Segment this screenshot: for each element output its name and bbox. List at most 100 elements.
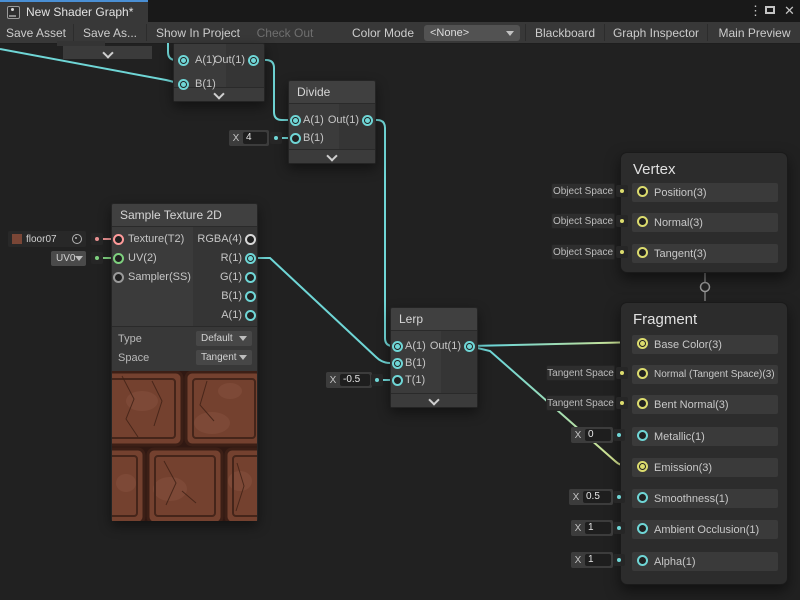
save-asset-button[interactable]: Save Asset	[0, 22, 72, 43]
close-icon[interactable]: ✕	[784, 2, 795, 20]
block-stem-connector[interactable]	[701, 283, 710, 292]
bentnormal-space-pill[interactable]: Tangent Space	[546, 395, 615, 411]
divide-b-field[interactable]: X 4	[229, 130, 269, 146]
main-preview-button[interactable]: Main Preview	[709, 22, 800, 43]
maximize-icon[interactable]	[765, 6, 775, 14]
bentnormal-connector-dot[interactable]	[616, 397, 628, 409]
fragment-metallic-row[interactable]: Metallic(1)	[632, 427, 778, 446]
graph-inspector-button[interactable]: Graph Inspector	[606, 22, 706, 43]
ao-connector-dot[interactable]	[613, 522, 625, 534]
field-value[interactable]: 0.5	[583, 491, 611, 503]
show-in-project-button[interactable]: Show In Project	[148, 22, 248, 43]
texture-connector-dot[interactable]	[91, 233, 103, 245]
ao-field[interactable]: X 1	[571, 520, 613, 536]
lerp-t-port[interactable]	[392, 375, 403, 386]
lerp-out-port[interactable]	[464, 341, 475, 352]
vertex-tangent-port[interactable]	[637, 247, 648, 258]
vertex-tangent-row[interactable]: Tangent(3)	[632, 244, 778, 263]
fragment-basecolor-row[interactable]: Base Color(3)	[632, 335, 778, 354]
texture-asset-field[interactable]: floor07	[8, 231, 86, 247]
smoothness-port[interactable]	[637, 492, 648, 503]
sample-rgba-label: RGBA(4)	[197, 233, 242, 245]
normalts-port[interactable]	[637, 368, 648, 379]
alpha-field[interactable]: X 1	[571, 552, 613, 568]
basecolor-port[interactable]	[637, 338, 648, 349]
sample-type-dropdown[interactable]: Default	[196, 331, 252, 346]
fragment-ao-row[interactable]: Ambient Occlusion(1)	[632, 520, 778, 539]
emission-port[interactable]	[637, 461, 648, 472]
smoothness-connector-dot[interactable]	[613, 491, 625, 503]
normalts-space-pill[interactable]: Tangent Space	[546, 365, 615, 381]
metallic-field[interactable]: X 0	[571, 427, 613, 443]
field-value[interactable]: 0	[585, 429, 611, 441]
field-value[interactable]: -0.5	[340, 374, 370, 386]
sample-rgba-port[interactable]	[245, 234, 256, 245]
sample-uv-port[interactable]	[113, 253, 124, 264]
lerp-a-port[interactable]	[392, 341, 403, 352]
fragment-alpha-row[interactable]: Alpha(1)	[632, 552, 778, 571]
add-a-port[interactable]	[178, 55, 189, 66]
position-connector-dot[interactable]	[616, 185, 628, 197]
fragment-emission-row[interactable]: Emission(3)	[632, 458, 778, 477]
clipped-node-collapse-bar[interactable]	[63, 46, 152, 59]
wire-r-to-lerp-b[interactable]	[250, 258, 397, 363]
color-mode-dropdown[interactable]: <None>	[424, 25, 520, 41]
position-space-pill[interactable]: Object Space	[551, 183, 615, 199]
add-node-collapse-bar[interactable]	[174, 87, 264, 101]
divide-a-port[interactable]	[290, 115, 301, 126]
metallic-label: Metallic(1)	[654, 431, 705, 443]
field-value[interactable]: 4	[243, 132, 267, 144]
normal-space-pill[interactable]: Object Space	[551, 213, 615, 229]
lerp-t-connector-dot[interactable]	[371, 374, 383, 386]
tangent-connector-dot[interactable]	[616, 246, 628, 258]
vertex-normal-port[interactable]	[637, 216, 648, 227]
sample-a-port[interactable]	[245, 310, 256, 321]
window-menu-icon[interactable]: ⋮	[749, 2, 762, 20]
tangent-space-pill[interactable]: Object Space	[551, 244, 615, 260]
sample-space-dropdown[interactable]: Tangent	[196, 350, 252, 365]
divide-b-port[interactable]	[290, 133, 301, 144]
sample-sampler-port[interactable]	[113, 272, 124, 283]
divide-out-port[interactable]	[362, 115, 373, 126]
object-picker-icon[interactable]	[72, 234, 82, 244]
uv-channel-dropdown[interactable]: UV0	[51, 251, 86, 266]
fragment-bentnormal-row[interactable]: Bent Normal(3)	[632, 395, 778, 414]
normal-connector-dot[interactable]	[616, 215, 628, 227]
fragment-normalts-row[interactable]: Normal (Tangent Space)(3)	[632, 365, 778, 384]
bentnormal-port[interactable]	[637, 398, 648, 409]
divide-b-connector-dot[interactable]	[270, 132, 282, 144]
metallic-connector-dot[interactable]	[613, 429, 625, 441]
vertex-normal-row[interactable]: Normal(3)	[632, 213, 778, 232]
vertex-position-row[interactable]: Position(3)	[632, 183, 778, 202]
metallic-port[interactable]	[637, 430, 648, 441]
sample-r-port[interactable]	[245, 253, 256, 264]
add-out-port[interactable]	[248, 55, 259, 66]
blackboard-button[interactable]: Blackboard	[527, 22, 603, 43]
normalts-connector-dot[interactable]	[616, 367, 628, 379]
wire-lerp-to-basecolor[interactable]	[469, 342, 640, 346]
alpha-connector-dot[interactable]	[613, 554, 625, 566]
alpha-port[interactable]	[637, 555, 648, 566]
field-value[interactable]: 1	[585, 554, 611, 566]
ao-port[interactable]	[637, 523, 648, 534]
field-x-label: X	[326, 375, 340, 386]
field-value[interactable]: 1	[585, 522, 611, 534]
vertex-position-port[interactable]	[637, 186, 648, 197]
add-node[interactable]	[173, 43, 265, 102]
lerp-t-field[interactable]: X -0.5	[326, 372, 372, 388]
save-as-button[interactable]: Save As...	[75, 22, 145, 43]
uv-connector-dot[interactable]	[91, 252, 103, 264]
tab-title: New Shader Graph*	[26, 5, 133, 19]
sample-texture-port[interactable]	[113, 234, 124, 245]
sample-b-port[interactable]	[245, 291, 256, 302]
sample-g-port[interactable]	[245, 272, 256, 283]
lerp-collapse-bar[interactable]	[391, 393, 477, 407]
active-tab[interactable]: New Shader Graph*	[0, 0, 148, 22]
chevron-down-icon	[428, 394, 439, 405]
lerp-node[interactable]: Lerp	[390, 307, 478, 408]
fragment-smoothness-row[interactable]: Smoothness(1)	[632, 489, 778, 508]
add-b-port[interactable]	[178, 79, 189, 90]
divide-collapse-bar[interactable]	[289, 149, 375, 163]
lerp-b-port[interactable]	[392, 358, 403, 369]
smoothness-field[interactable]: X 0.5	[569, 489, 613, 505]
